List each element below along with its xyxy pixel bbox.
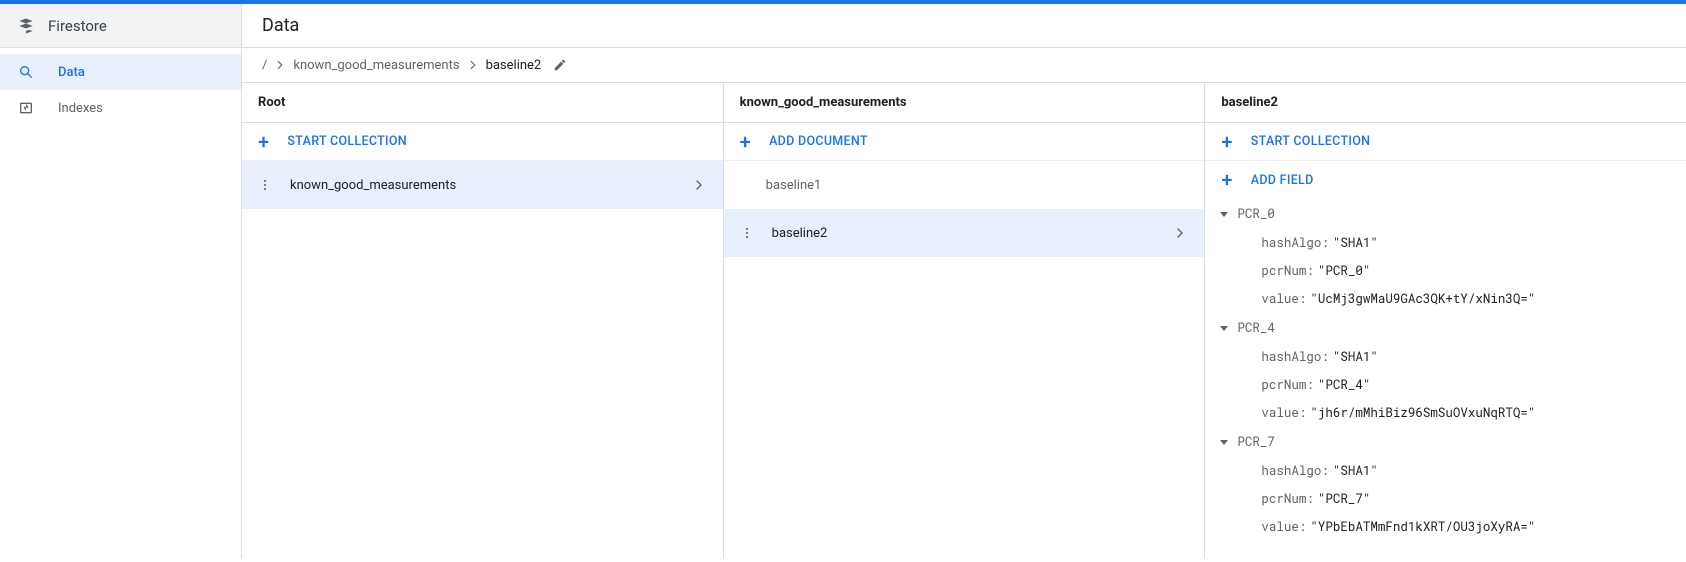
field-object-name: PCR_7 [1237, 434, 1275, 450]
chevron-right-icon [466, 58, 480, 72]
sidebar-nav: Data Indexes [0, 48, 241, 126]
action-label: START COLLECTION [1251, 134, 1371, 149]
field-key: pcrNum [1261, 377, 1318, 393]
chevron-right-icon [691, 177, 707, 193]
sidebar-header: Firestore [0, 4, 241, 48]
field-object[interactable]: PCR_7 [1205, 427, 1686, 457]
plus-icon: + [740, 132, 751, 152]
field-value: "PCR_7" [1318, 491, 1371, 507]
chevron-right-icon [1172, 225, 1188, 241]
start-collection-button[interactable]: + START COLLECTION [242, 123, 723, 161]
field-key: hashAlgo [1261, 463, 1333, 479]
triangle-down-icon [1219, 437, 1237, 447]
list-item-label: known_good_measurements [290, 178, 456, 193]
start-subcollection-button[interactable]: + START COLLECTION [1205, 123, 1686, 161]
indexes-icon [18, 100, 38, 116]
field-key: hashAlgo [1261, 235, 1333, 251]
document-item[interactable]: baseline1 [724, 161, 1205, 209]
field-key: value [1261, 519, 1310, 535]
triangle-down-icon [1219, 209, 1237, 219]
breadcrumb-document[interactable]: baseline2 [480, 58, 548, 73]
field-object-name: PCR_0 [1237, 206, 1275, 222]
add-document-button[interactable]: + ADD DOCUMENT [724, 123, 1205, 161]
sidebar-item-label: Indexes [58, 101, 103, 116]
search-icon [18, 64, 38, 80]
breadcrumb-collection[interactable]: known_good_measurements [287, 58, 465, 73]
page-title: Data [242, 4, 1686, 48]
field-value: "PCR_4" [1318, 377, 1371, 393]
field-object[interactable]: PCR_0 [1205, 199, 1686, 229]
field-kv[interactable]: value"YPbEbATMmFnd1kXRT/OU3joXyRA=" [1205, 513, 1686, 541]
column-header-document: baseline2 [1205, 83, 1686, 123]
main: Data / known_good_measurements baseline2… [242, 4, 1686, 558]
document-list: baseline1 baseline2 [724, 161, 1205, 257]
more-vert-icon[interactable] [740, 226, 754, 240]
field-kv[interactable]: value"UcMj3gwMaU9GAc3QK+tY/xNin3Q=" [1205, 285, 1686, 313]
sidebar: Firestore Data Indexe [0, 4, 242, 558]
chevron-right-icon [273, 58, 287, 72]
field-object[interactable]: PCR_4 [1205, 313, 1686, 343]
field-value: "jh6r/mMhiBiz96SmSuOVxuNqRTQ=" [1310, 405, 1535, 421]
field-kv[interactable]: pcrNum"PCR_4" [1205, 371, 1686, 399]
root-list: known_good_measurements [242, 161, 723, 209]
breadcrumb: / known_good_measurements baseline2 [242, 48, 1686, 82]
field-value: "SHA1" [1333, 235, 1378, 251]
field-kv[interactable]: hashAlgo"SHA1" [1205, 457, 1686, 485]
plus-icon: + [1221, 170, 1232, 190]
sidebar-item-label: Data [58, 65, 85, 80]
add-field-button[interactable]: + ADD FIELD [1205, 161, 1686, 199]
plus-icon: + [258, 132, 269, 152]
field-value: "YPbEbATMmFnd1kXRT/OU3joXyRA=" [1310, 519, 1535, 535]
sidebar-item-data[interactable]: Data [0, 54, 241, 90]
list-item-label: baseline1 [766, 178, 822, 193]
field-value: "PCR_0" [1318, 263, 1371, 279]
field-value: "UcMj3gwMaU9GAc3QK+tY/xNin3Q=" [1310, 291, 1535, 307]
firestore-logo-icon [16, 16, 48, 36]
field-key: pcrNum [1261, 263, 1318, 279]
plus-icon: + [1221, 132, 1232, 152]
field-key: value [1261, 405, 1310, 421]
more-vert-icon[interactable] [258, 178, 272, 192]
column-collection: known_good_measurements + ADD DOCUMENT b… [724, 83, 1206, 558]
collection-item[interactable]: known_good_measurements [242, 161, 723, 209]
product-name: Firestore [48, 17, 107, 35]
page-title-text: Data [262, 15, 299, 36]
sidebar-item-indexes[interactable]: Indexes [0, 90, 241, 126]
breadcrumb-root[interactable]: / [262, 58, 273, 73]
field-value: "SHA1" [1333, 463, 1378, 479]
column-header-root: Root [242, 83, 723, 123]
list-item-label: baseline2 [772, 226, 828, 241]
field-object-name: PCR_4 [1237, 320, 1275, 336]
action-label: ADD FIELD [1251, 173, 1314, 188]
triangle-down-icon [1219, 323, 1237, 333]
field-kv[interactable]: hashAlgo"SHA1" [1205, 229, 1686, 257]
field-key: hashAlgo [1261, 349, 1333, 365]
column-root: Root + START COLLECTION known_good_measu… [242, 83, 724, 558]
pencil-icon[interactable] [553, 58, 567, 72]
action-label: START COLLECTION [287, 134, 407, 149]
column-document: baseline2 + START COLLECTION + ADD FIELD… [1205, 83, 1686, 558]
document-fields: PCR_0 hashAlgo"SHA1" pcrNum"PCR_0" value… [1205, 199, 1686, 541]
document-item[interactable]: baseline2 [724, 209, 1205, 257]
field-kv[interactable]: pcrNum"PCR_0" [1205, 257, 1686, 285]
field-kv[interactable]: value"jh6r/mMhiBiz96SmSuOVxuNqRTQ=" [1205, 399, 1686, 427]
field-key: value [1261, 291, 1310, 307]
data-columns: Root + START COLLECTION known_good_measu… [242, 82, 1686, 558]
column-header-collection: known_good_measurements [724, 83, 1205, 123]
field-kv[interactable]: hashAlgo"SHA1" [1205, 343, 1686, 371]
field-value: "SHA1" [1333, 349, 1378, 365]
field-key: pcrNum [1261, 491, 1318, 507]
field-kv[interactable]: pcrNum"PCR_7" [1205, 485, 1686, 513]
action-label: ADD DOCUMENT [769, 134, 868, 149]
